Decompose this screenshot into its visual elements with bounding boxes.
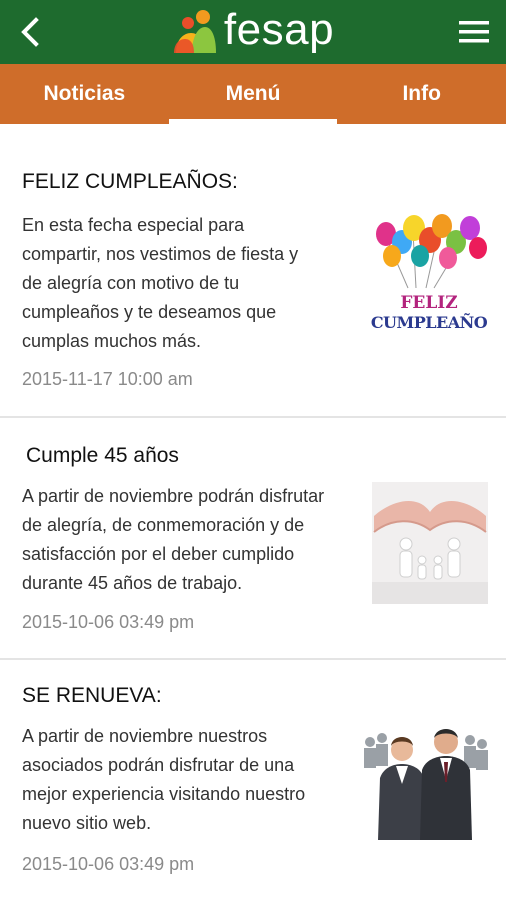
back-arrow-icon [21,17,39,47]
news-line: cumpleaños y te deseamos que [22,302,277,322]
tab-label: Menú [225,82,281,105]
news-line: En esta fecha especial para [22,215,245,235]
fesap-logo-icon [173,10,216,53]
news-line: durante 45 años de trabajo. [22,573,243,593]
back-button[interactable] [10,12,50,52]
hands-family-icon [372,482,488,604]
logo-text: fesap [223,5,335,54]
news-title: FELIZ CUMPLEAÑOS: [22,170,238,193]
news-thumbnail [372,482,488,604]
news-date: 2015-10-06 03:49 pm [22,854,195,874]
news-line: de alegría con motivo de tu [22,273,240,293]
tab-label: Info [402,82,441,105]
news-line: satisfacción por el deber cumplido [22,544,295,564]
news-item[interactable]: Cumple 45 años A partir de noviembre pod… [0,418,506,660]
menu-button[interactable] [456,14,492,50]
news-item[interactable]: FELIZ CUMPLEAÑOS: En esta fecha especial… [0,124,506,418]
news-date: 2015-11-17 10:00 am [22,369,193,389]
news-line: A partir de noviembre podrán disfrutar [22,486,325,506]
news-summary: A partir de noviembre podrán disfrutar d… [22,482,362,598]
news-date: 2015-10-06 03:49 pm [22,612,195,632]
tab-menu[interactable]: Menú [168,64,338,124]
news-line: mejor experiencia visitando nuestro [22,784,306,804]
news-line: compartir, nos vestimos de fiesta y [22,244,299,264]
news-summary: En esta fecha especial para compartir, n… [22,211,342,356]
thumbnail-caption: CUMPLEAÑO [370,313,488,332]
app-bar: fesap [0,0,506,64]
thumbnail-caption: FELIZ [400,293,458,313]
news-thumbnail [362,722,488,840]
news-line: de alegría, de conmemoración y de [22,515,305,535]
logo: fesap [172,5,335,55]
tab-info[interactable]: Info [337,64,506,124]
tab-label: Noticias [43,82,126,105]
news-item[interactable]: SE RENUEVA: A partir de noviembre nuestr… [0,660,506,898]
news-title: Cumple 45 años [26,444,179,467]
news-title: SE RENUEVA: [22,684,162,707]
news-summary: A partir de noviembre nuestros asociados… [22,722,342,838]
news-line: cumplas muchos más. [22,331,202,351]
tab-noticias[interactable]: Noticias [0,64,169,124]
news-line: nuevo sitio web. [22,813,152,833]
balloons-icon [376,214,487,289]
news-feed: FELIZ CUMPLEAÑOS: En esta fecha especial… [0,124,506,898]
news-thumbnail: FELIZ CUMPLEAÑO [368,212,490,332]
news-line: asociados podrán disfrutar de una [22,755,295,775]
hamburger-menu-icon [459,21,489,43]
business-people-icon [362,722,488,840]
news-line: A partir de noviembre nuestros [22,726,268,746]
tab-bar: Noticias Menú Info [0,64,506,124]
